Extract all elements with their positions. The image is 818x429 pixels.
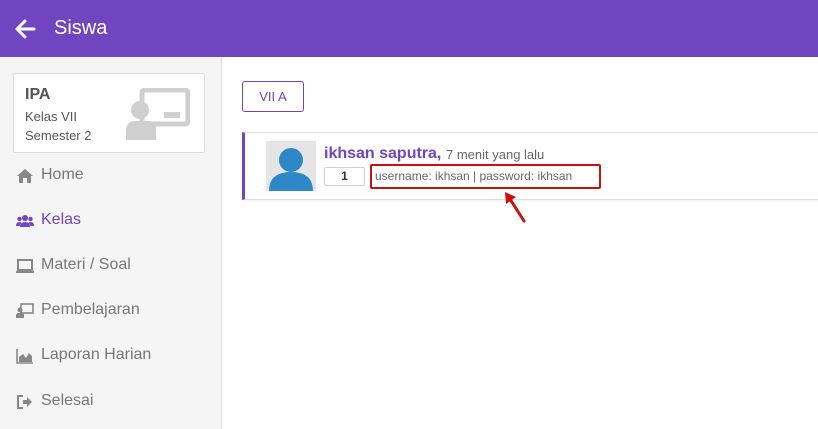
course-class: Kelas VII — [25, 109, 78, 124]
area-chart-icon — [16, 349, 33, 364]
course-name: IPA — [25, 86, 51, 103]
back-button[interactable] — [14, 18, 36, 40]
users-icon — [16, 215, 34, 227]
sidebar-item-label: Materi / Soal — [41, 256, 131, 273]
course-card: IPA Kelas VII Semester 2 — [13, 73, 205, 153]
top-app-bar: Siswa — [0, 0, 818, 57]
teacher-board-icon — [16, 303, 34, 318]
credentials-text: username: ikhsan | password: ikhsan — [375, 169, 573, 183]
sign-out-icon — [17, 395, 32, 409]
sidebar-item-pembelajaran[interactable]: Pembelajaran — [0, 291, 221, 331]
sidebar-item-label: Home — [41, 166, 84, 183]
avatar — [266, 141, 316, 191]
sidebar-item-label: Pembelajaran — [41, 301, 140, 318]
last-active-time: 7 menit yang lalu — [446, 147, 545, 162]
home-icon — [17, 169, 33, 183]
sidebar-item-kelas[interactable]: Kelas — [0, 201, 221, 241]
sidebar-item-label: Laporan Harian — [41, 346, 152, 363]
page-title: Siswa — [54, 17, 108, 39]
separator: | — [369, 169, 373, 183]
course-semester: Semester 2 — [25, 128, 92, 143]
student-name-link[interactable]: ikhsan saputra, — [324, 145, 441, 163]
sidebar-item-home[interactable]: Home — [0, 156, 221, 196]
sidebar-item-laporan-harian[interactable]: Laporan Harian — [0, 336, 221, 376]
sidebar-item-materi-soal[interactable]: Materi / Soal — [0, 246, 221, 286]
laptop-icon — [16, 259, 34, 273]
user-avatar-icon — [266, 141, 316, 191]
student-card: ikhsan saputra, 7 menit yang lalu 1 | us… — [242, 132, 818, 200]
class-filter-button[interactable]: VII A — [242, 81, 304, 112]
count-badge: 1 — [324, 167, 365, 186]
sidebar-item-selesai[interactable]: Selesai — [0, 382, 221, 422]
sidebar-item-label: Selesai — [41, 392, 94, 409]
teacher-board-icon — [126, 88, 190, 140]
arrow-left-icon — [15, 19, 36, 39]
sidebar-item-label: Kelas — [41, 211, 82, 228]
sidebar: IPA Kelas VII Semester 2 Home Kelas Mate… — [0, 57, 222, 429]
main-content: VII A ikhsan saputra, 7 menit yang lalu … — [222, 57, 818, 429]
